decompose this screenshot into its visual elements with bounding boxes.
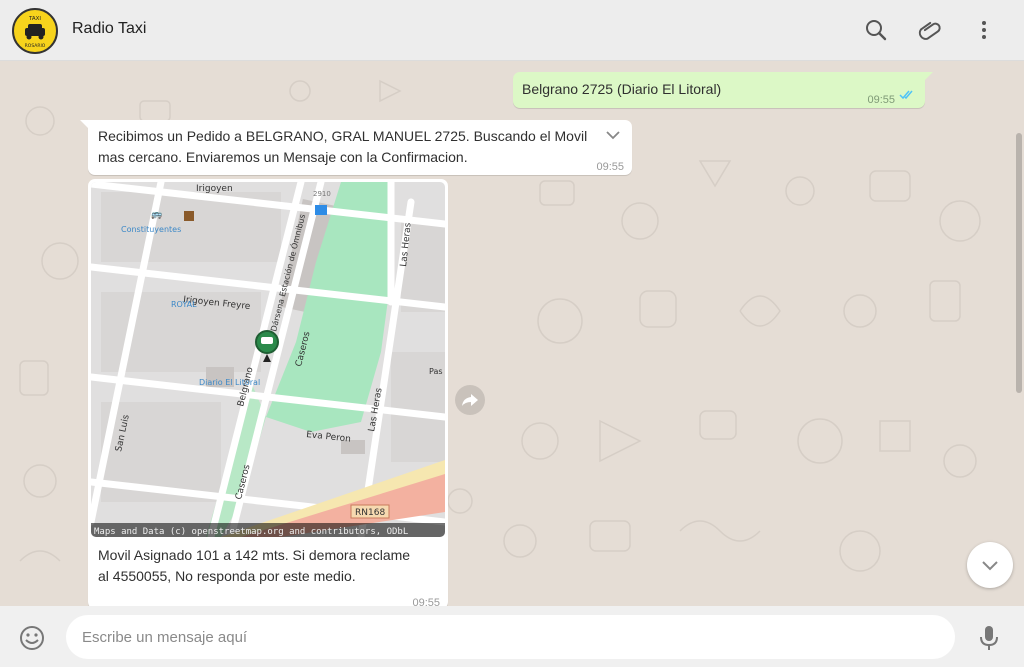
message-time: 09:55: [867, 94, 895, 106]
bubble-tail: [923, 72, 933, 82]
emoji-button[interactable]: [18, 624, 46, 652]
chat-area[interactable]: Belgrano 2725 (Diario El Litoral) 09:55 …: [0, 61, 1024, 606]
read-receipt-icon: [899, 90, 913, 100]
scroll-down-button[interactable]: [967, 542, 1013, 588]
taxi-logo-icon: TAXI ROSARIO: [15, 11, 55, 51]
chevron-down-icon: [982, 561, 998, 571]
contact-name[interactable]: Radio Taxi: [72, 20, 146, 38]
attach-icon[interactable]: [917, 17, 943, 43]
chevron-down-icon[interactable]: [604, 126, 622, 144]
message-text: Movil Asignado 101 a 142 mts. Si demora …: [98, 545, 443, 587]
microphone-button[interactable]: [978, 624, 1000, 652]
chat-header: TAXI ROSARIO Radio Taxi: [0, 0, 1024, 61]
message-line: mas cercano. Enviaremos un Mensaje con l…: [98, 149, 468, 165]
map-street-label: Irigoyen: [196, 184, 233, 194]
bubble-tail: [80, 120, 90, 130]
location-message[interactable]: 🚌 Irigoyen Irigoyen Freyre Belgrano Dárs…: [88, 179, 448, 606]
message-line: Movil Asignado 101 a 142 mts. Si demora …: [98, 547, 411, 563]
message-line: Recibimos un Pedido a BELGRANO, GRAL MAN…: [98, 128, 588, 144]
avatar-text-top: TAXI: [28, 16, 41, 22]
map-place-label: ROYAL: [171, 300, 197, 309]
map-attribution: Maps and Data (c) openstreetmap.org and …: [94, 527, 408, 537]
avatar-text-bottom: ROSARIO: [25, 43, 46, 49]
map-place-label: Constituyentes: [121, 225, 181, 234]
composer-bar: [0, 606, 1024, 667]
location-map[interactable]: 🚌 Irigoyen Irigoyen Freyre Belgrano Dárs…: [91, 182, 445, 537]
outgoing-message[interactable]: Belgrano 2725 (Diario El Litoral) 09:55: [513, 72, 933, 108]
message-time: 09:55: [596, 161, 624, 173]
menu-icon[interactable]: [971, 17, 997, 43]
map-place-label: Diario El Litoral: [199, 378, 260, 387]
map-street-label: Pas: [429, 367, 443, 376]
microphone-icon: [980, 626, 998, 650]
chat-scrollbar[interactable]: [1016, 133, 1022, 393]
map-address-number: 2910: [313, 190, 331, 198]
message-time: 09:55: [412, 597, 440, 606]
forward-button[interactable]: [455, 385, 485, 415]
emoji-icon: [20, 626, 44, 650]
message-line: al 4550055, No responda por este medio.: [98, 568, 356, 584]
svg-text:🚌: 🚌: [151, 210, 162, 220]
map-route-label: RN168: [355, 508, 385, 518]
forward-icon: [462, 394, 478, 406]
incoming-message[interactable]: Recibimos un Pedido a BELGRANO, GRAL MAN…: [80, 120, 632, 175]
message-text: Recibimos un Pedido a BELGRANO, GRAL MAN…: [98, 126, 603, 168]
message-input[interactable]: [66, 615, 955, 659]
search-icon[interactable]: [863, 17, 889, 43]
contact-avatar[interactable]: TAXI ROSARIO: [12, 8, 58, 54]
message-text: Belgrano 2725 (Diario El Litoral): [522, 81, 722, 97]
